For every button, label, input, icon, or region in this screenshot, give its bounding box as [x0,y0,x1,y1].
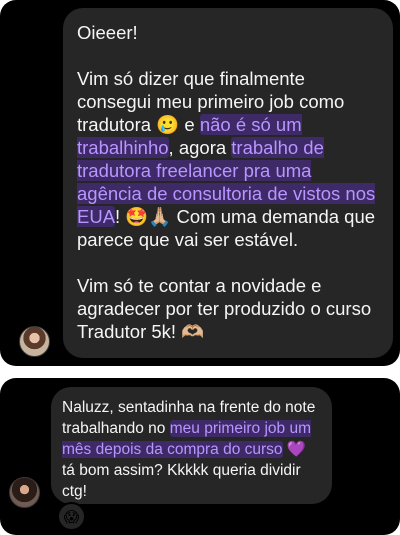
message-paragraph-2: Vim só dizer que finalmente consegui meu… [77,67,381,251]
text-segment: Vim só te contar a novidade e agradecer … [77,275,372,342]
dm-panel-2: Naluzz, sentadinha na frente do note tra… [0,378,400,535]
star-eyes-pray-emoji: 🤩🙏🏼 [125,206,172,227]
screaming-face-emoji: 😱 [63,508,80,526]
message-bubble-1[interactable]: Oieeer! Vim só dizer que finalmente cons… [63,8,393,358]
text-segment: e [179,114,200,135]
message-greeting: Oieeer! [77,22,138,43]
dm-panel-1: Oieeer! Vim só dizer que finalmente cons… [0,0,400,366]
smiling-tear-emoji: 🥲 [156,114,180,135]
heart-hands-emoji: 🫶🏼 [181,321,205,342]
reaction-badge[interactable]: 😱 [57,502,86,531]
text-segment: , agora [168,137,232,158]
message-bubble-2[interactable]: Naluzz, sentadinha na frente do note tra… [51,387,332,504]
message-paragraph-3: Vim só te contar a novidade e agradecer … [77,274,381,343]
purple-heart-emoji: 💜 [286,441,307,458]
sender-avatar[interactable] [19,326,50,357]
text-segment: tá bom assim? Kkkkk queria dividir ctg! [62,462,301,500]
text-segment: ! [115,206,126,227]
sender-avatar[interactable] [9,477,40,508]
